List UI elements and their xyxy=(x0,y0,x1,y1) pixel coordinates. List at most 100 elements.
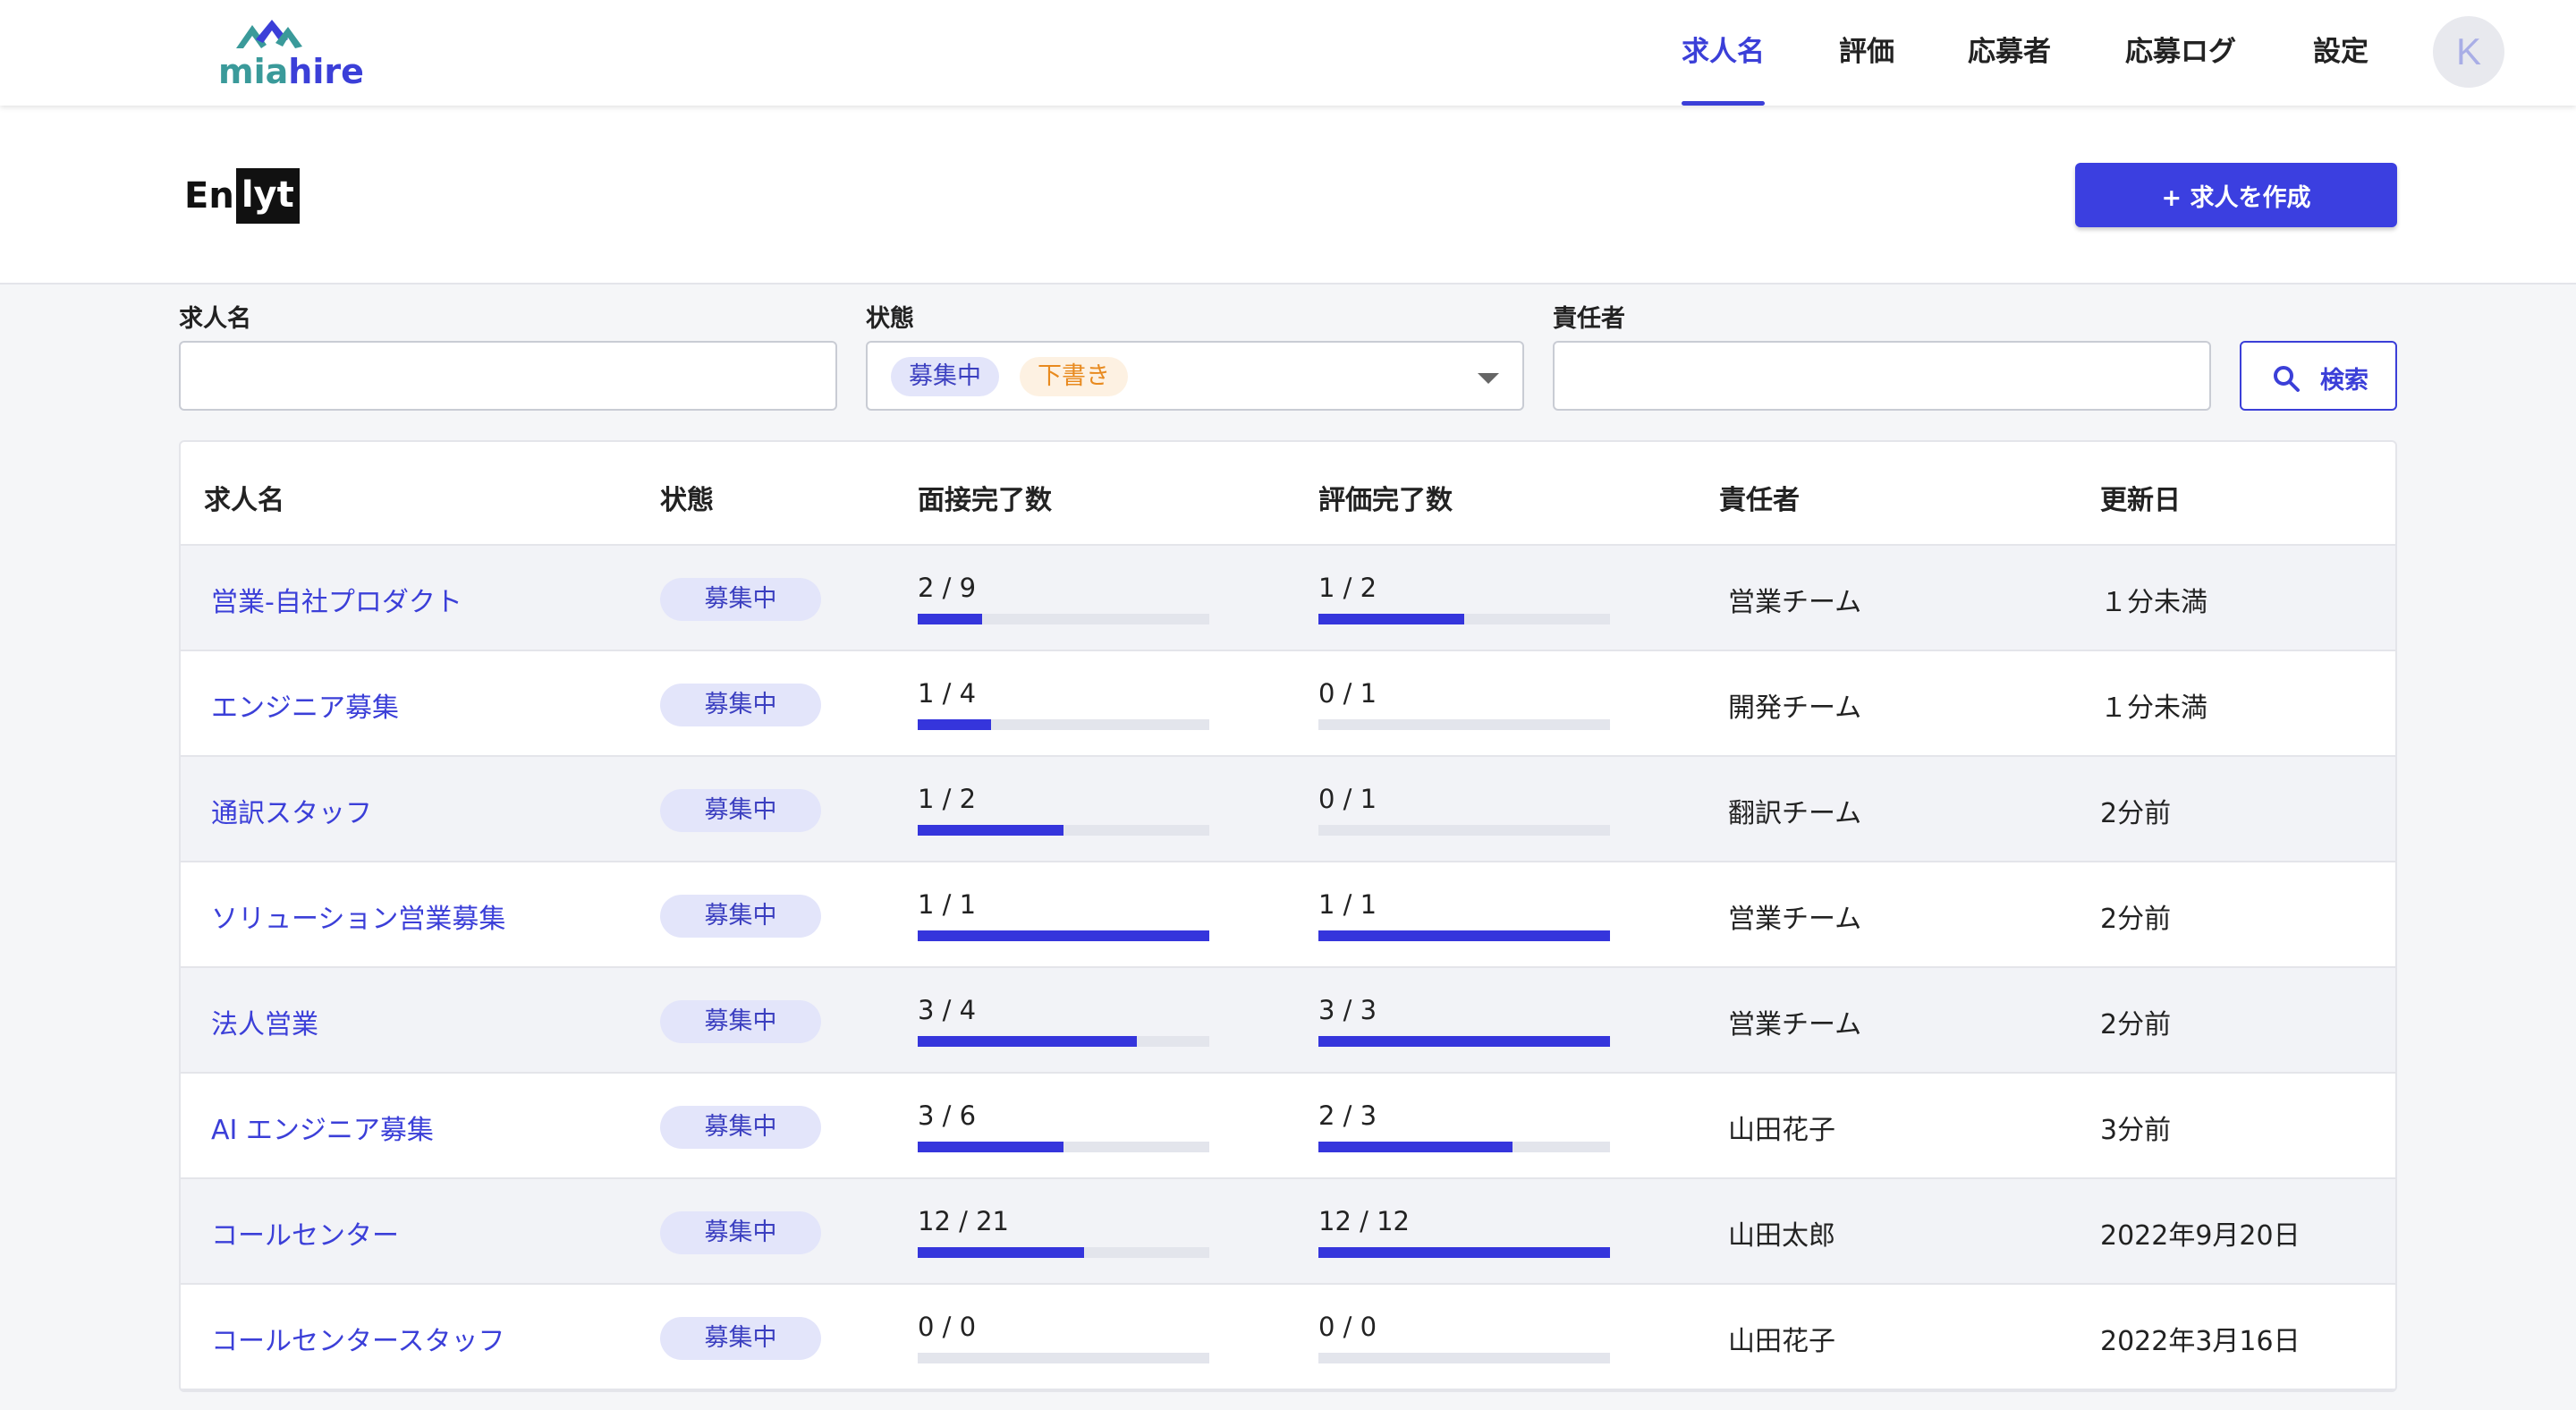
table-row[interactable]: AI エンジニア募集 募集中 3 / 6 2 / 3 山田花子 3分前 xyxy=(181,1074,2395,1179)
evaluation-progress-text: 12 / 12 xyxy=(1318,1206,1411,1236)
interview-progress-text: 1 / 1 xyxy=(918,889,977,920)
table-row[interactable]: 営業-自社プロダクト 募集中 2 / 9 1 / 2 営業チーム １分未満 xyxy=(181,546,2395,651)
evaluation-progress-track xyxy=(1318,1247,1610,1258)
evaluation-progress-text: 2 / 3 xyxy=(1318,1100,1377,1131)
evaluation-progress-fill xyxy=(1318,614,1464,624)
interview-progress-fill xyxy=(918,825,1063,836)
interview-progress-track xyxy=(918,1247,1209,1258)
status-badge: 募集中 xyxy=(660,1211,821,1254)
job-name-filter-input[interactable] xyxy=(179,341,837,411)
owner-filter-input[interactable] xyxy=(1553,341,2211,411)
interview-progress: 3 / 4 xyxy=(918,995,1209,1049)
evaluation-progress-fill xyxy=(1318,1036,1610,1047)
status-badge: 募集中 xyxy=(660,578,821,621)
interview-progress: 12 / 21 xyxy=(918,1206,1209,1260)
job-name-link[interactable]: 営業-自社プロダクト xyxy=(211,580,462,619)
evaluation-progress: 0 / 1 xyxy=(1318,678,1610,732)
interview-progress-fill xyxy=(918,719,991,730)
evaluation-progress-fill xyxy=(1318,1142,1513,1152)
table-row[interactable]: 通訳スタッフ 募集中 1 / 2 0 / 1 翻訳チーム 2分前 xyxy=(181,757,2395,862)
column-header-owner[interactable]: 責任者 xyxy=(1719,478,1800,517)
owner-cell: 営業チーム xyxy=(1728,1009,1862,1041)
status-chip-recruiting[interactable]: 募集中 xyxy=(891,357,999,396)
job-name-link[interactable]: コールセンタースタッフ xyxy=(211,1319,505,1358)
create-job-button[interactable]: + 求人を作成 xyxy=(2075,163,2397,227)
interview-progress-fill xyxy=(918,1247,1085,1258)
column-header-evaluations-done[interactable]: 評価完了数 xyxy=(1318,478,1453,517)
evaluation-progress-text: 1 / 1 xyxy=(1318,889,1377,920)
table-row[interactable]: 法人営業 募集中 3 / 4 3 / 3 営業チーム 2分前 xyxy=(181,968,2395,1074)
evaluation-progress: 1 / 1 xyxy=(1318,889,1610,943)
interview-progress-fill xyxy=(918,1036,1137,1047)
status-chip-draft[interactable]: 下書き xyxy=(1020,357,1128,396)
miahire-logo-mark-icon xyxy=(236,20,302,48)
nav-tab-jobs[interactable]: 求人名 xyxy=(1682,0,1765,106)
interview-progress-text: 2 / 9 xyxy=(918,573,977,603)
column-header-job-name[interactable]: 求人名 xyxy=(204,478,284,517)
evaluation-progress-text: 0 / 0 xyxy=(1318,1312,1377,1342)
status-filter-select[interactable]: 募集中 下書き xyxy=(866,341,1524,411)
evaluation-progress: 0 / 0 xyxy=(1318,1312,1610,1365)
owner-filter-label: 責任者 xyxy=(1553,305,1625,333)
evaluation-progress: 12 / 12 xyxy=(1318,1206,1610,1260)
interview-progress-track xyxy=(918,825,1209,836)
jobs-table: 求人名 状態 面接完了数 評価完了数 責任者 更新日 営業-自社プロダクト 募集中… xyxy=(179,440,2397,1392)
updated-cell: 2分前 xyxy=(2100,904,2172,935)
miahire-logo[interactable]: miahire xyxy=(215,18,364,91)
interview-progress-fill xyxy=(918,614,983,624)
table-row[interactable]: コールセンター 募集中 12 / 21 12 / 12 山田太郎 2022年9月20日 xyxy=(181,1179,2395,1285)
job-name-link[interactable]: 法人営業 xyxy=(211,1002,318,1041)
job-name-link[interactable]: エンジニア募集 xyxy=(211,685,399,725)
search-button-label: 検索 xyxy=(2320,367,2368,395)
nav-tab-settings[interactable]: 設定 xyxy=(2313,0,2368,106)
table-row[interactable]: エンジニア募集 募集中 1 / 4 0 / 1 開発チーム １分未満 xyxy=(181,651,2395,757)
evaluation-progress-text: 0 / 1 xyxy=(1318,678,1377,709)
updated-cell: １分未満 xyxy=(2100,587,2207,618)
user-avatar[interactable]: K xyxy=(2433,16,2504,88)
status-badge: 募集中 xyxy=(660,1000,821,1043)
column-header-status[interactable]: 状態 xyxy=(660,478,714,517)
updated-cell: 2022年9月20日 xyxy=(2100,1220,2301,1252)
updated-cell: 3分前 xyxy=(2100,1115,2172,1146)
company-logo-text-b: lyt xyxy=(235,168,300,224)
evaluation-progress: 0 / 1 xyxy=(1318,784,1610,837)
evaluation-progress-track xyxy=(1318,614,1610,624)
miahire-logo-text: miahire xyxy=(218,52,364,91)
status-filter-label: 状態 xyxy=(866,305,914,333)
owner-cell: 営業チーム xyxy=(1728,587,1862,618)
evaluation-progress-fill xyxy=(1318,930,1610,941)
column-header-interviews-done[interactable]: 面接完了数 xyxy=(918,478,1052,517)
interview-progress: 1 / 1 xyxy=(918,889,1209,943)
interview-progress: 0 / 0 xyxy=(918,1312,1209,1365)
job-name-link[interactable]: コールセンター xyxy=(211,1213,399,1253)
evaluation-progress-text: 3 / 3 xyxy=(1318,995,1377,1025)
table-row[interactable]: コールセンタースタッフ 募集中 0 / 0 0 / 0 山田花子 2022年3月16日 xyxy=(181,1285,2395,1390)
interview-progress-text: 0 / 0 xyxy=(918,1312,977,1342)
chevron-down-icon[interactable] xyxy=(1478,373,1499,384)
evaluation-progress-fill xyxy=(1318,1247,1610,1258)
owner-cell: 営業チーム xyxy=(1728,904,1862,935)
evaluation-progress-track xyxy=(1318,1142,1610,1152)
nav-tab-application-log[interactable]: 応募ログ xyxy=(2125,0,2236,106)
interview-progress: 2 / 9 xyxy=(918,573,1209,626)
table-row[interactable]: ソリューション営業募集 募集中 1 / 1 1 / 1 営業チーム 2分前 xyxy=(181,862,2395,968)
interview-progress-text: 12 / 21 xyxy=(918,1206,1010,1236)
job-name-link[interactable]: ソリューション営業募集 xyxy=(211,896,505,936)
interview-progress-text: 1 / 4 xyxy=(918,678,977,709)
status-badge: 募集中 xyxy=(660,895,821,938)
status-badge: 募集中 xyxy=(660,684,821,726)
column-header-updated[interactable]: 更新日 xyxy=(2100,478,2181,517)
table-header: 求人名 状態 面接完了数 評価完了数 責任者 更新日 xyxy=(181,442,2395,546)
company-header: En lyt + 求人を作成 xyxy=(0,106,2576,285)
nav-tab-applicants[interactable]: 応募者 xyxy=(1968,0,2051,106)
interview-progress-track xyxy=(918,1036,1209,1047)
job-name-link[interactable]: AI エンジニア募集 xyxy=(211,1108,434,1147)
status-badge: 募集中 xyxy=(660,1106,821,1149)
evaluation-progress-track xyxy=(1318,719,1610,730)
job-name-link[interactable]: 通訳スタッフ xyxy=(211,791,372,830)
search-button[interactable]: 検索 xyxy=(2240,341,2397,411)
interview-progress-text: 3 / 4 xyxy=(918,995,977,1025)
evaluation-progress: 1 / 2 xyxy=(1318,573,1610,626)
interview-progress-fill xyxy=(918,930,1209,941)
nav-tab-evaluation[interactable]: 評価 xyxy=(1839,0,1894,106)
